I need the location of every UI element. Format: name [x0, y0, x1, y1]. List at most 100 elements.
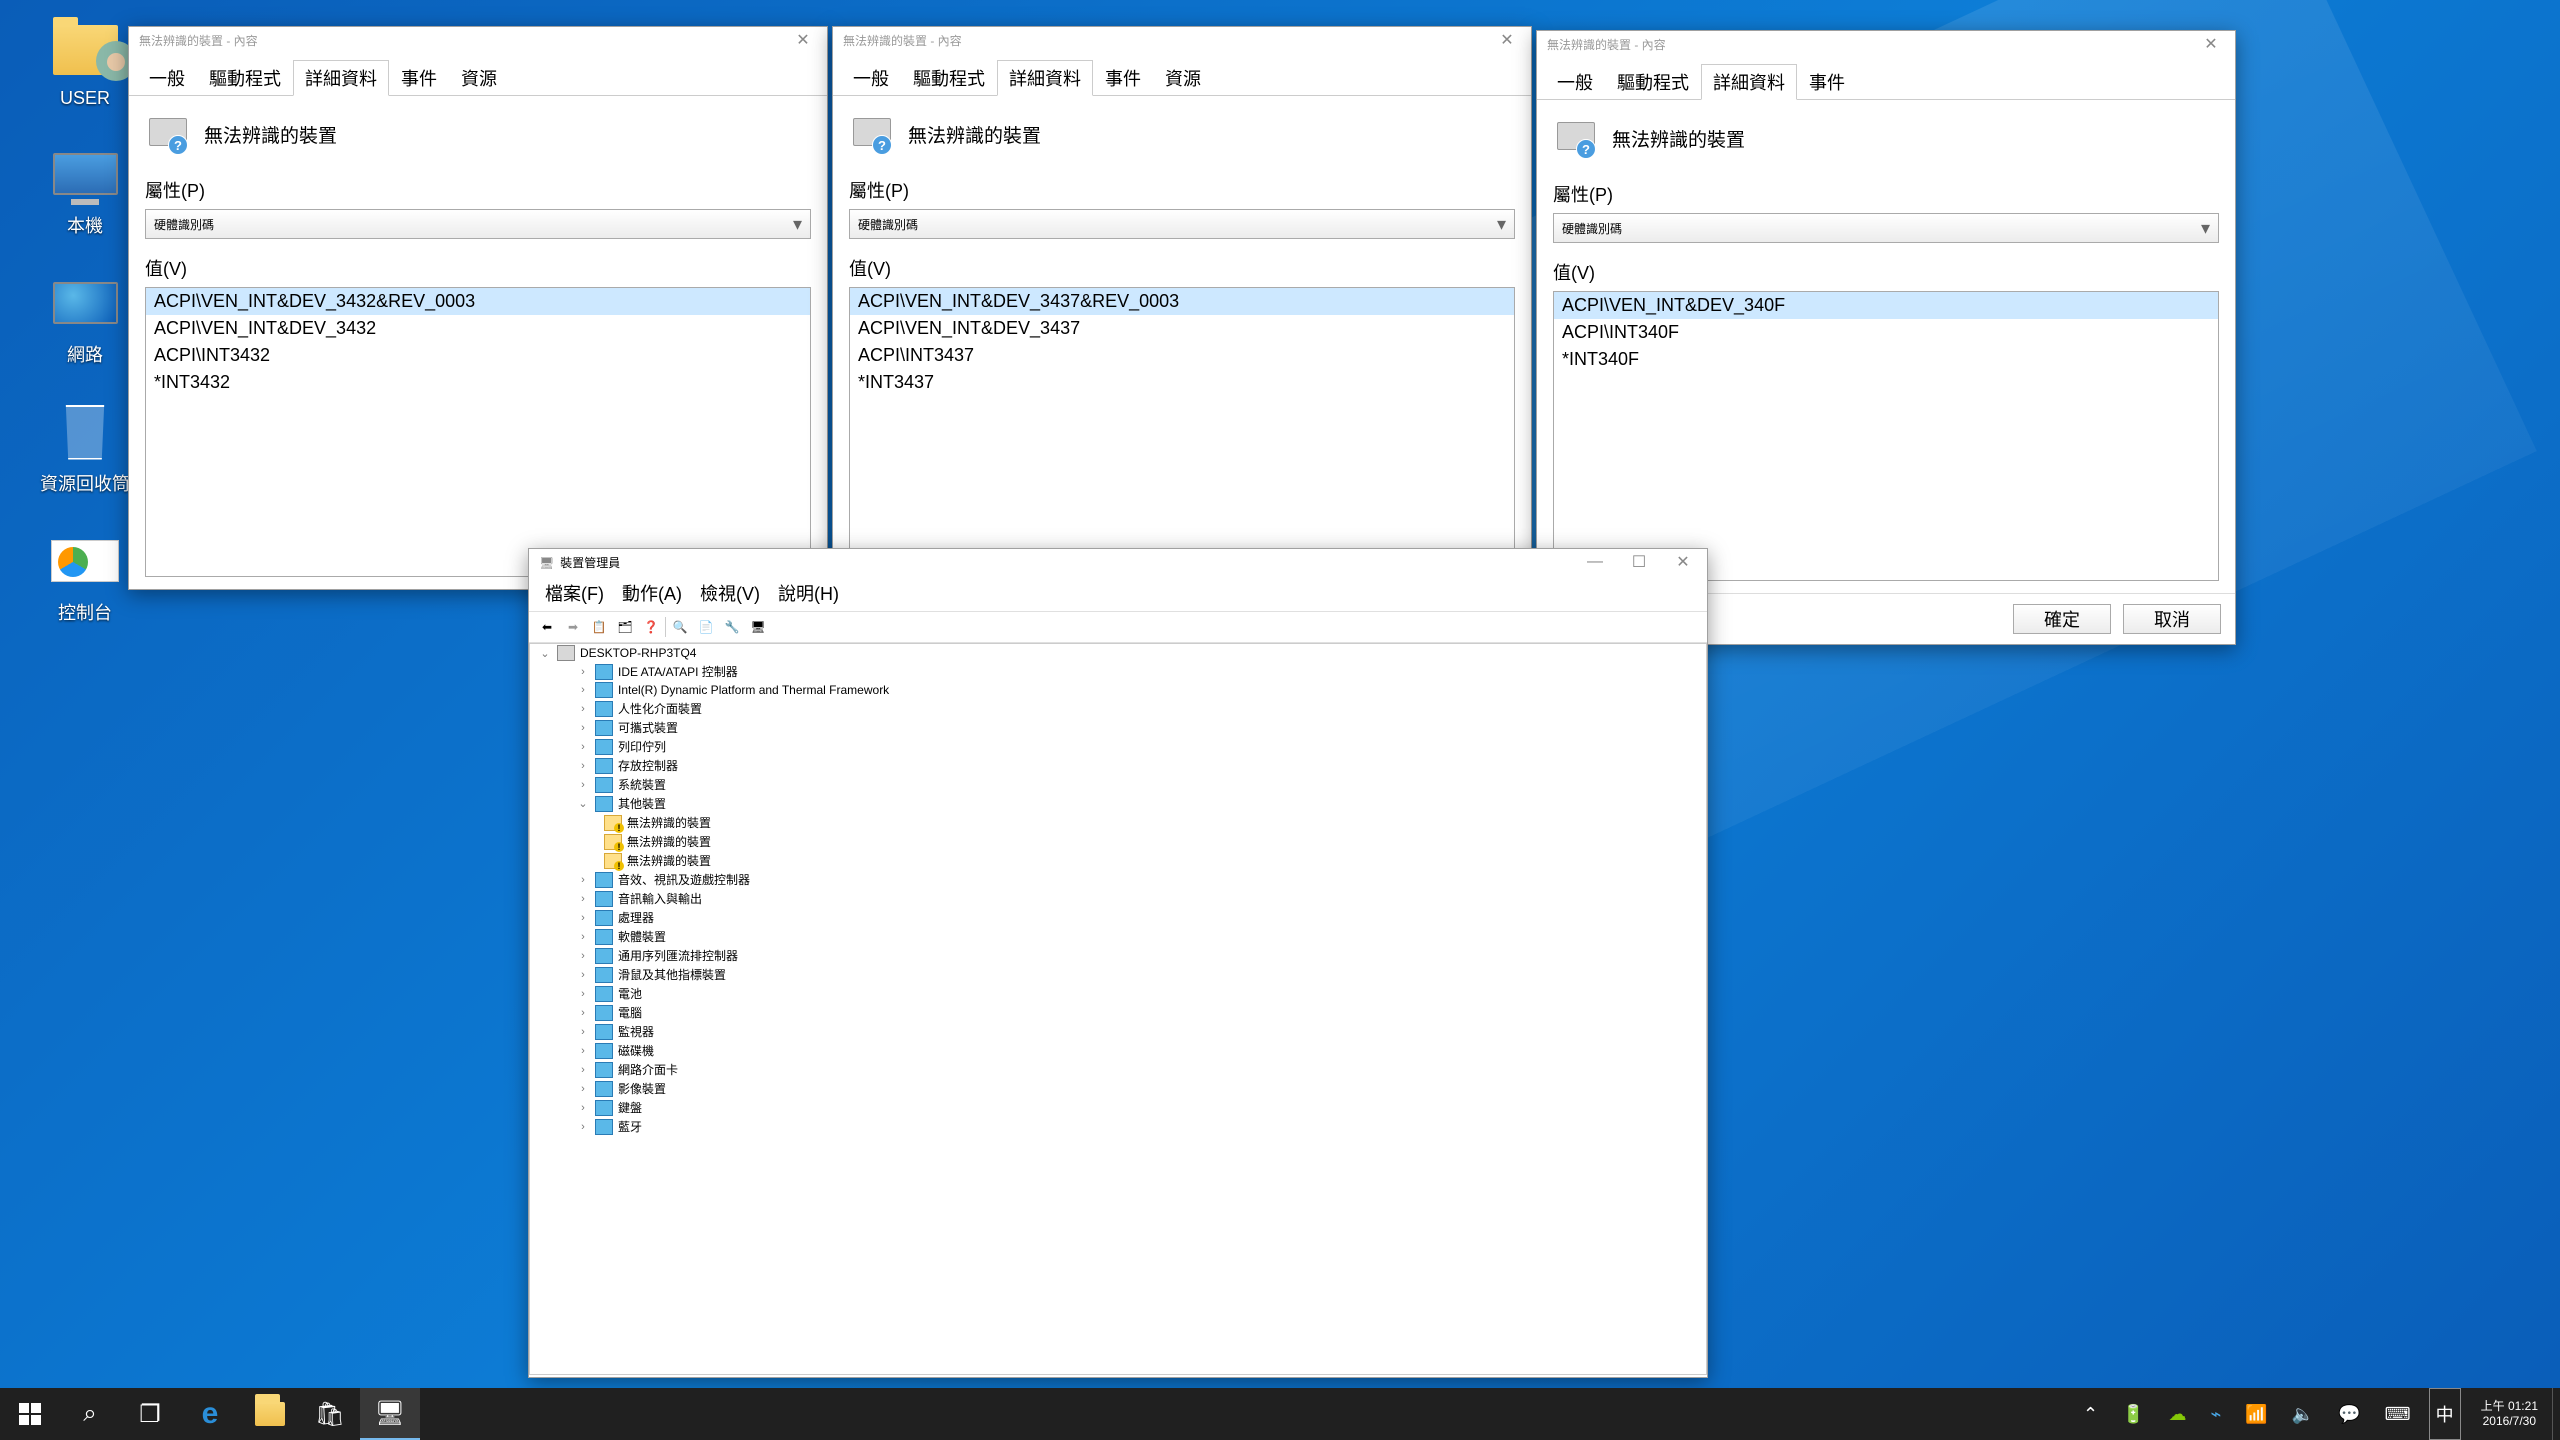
cancel-button[interactable]: 取消	[2123, 604, 2221, 634]
tab-2[interactable]: 詳細資料	[997, 60, 1093, 96]
tree-node[interactable]: ›系統裝置	[530, 775, 1706, 794]
device-tree[interactable]: ⌄DESKTOP-RHP3TQ4›IDE ATA/ATAPI 控制器›Intel…	[529, 643, 1707, 1375]
wifi-icon[interactable]: 📶	[2233, 1388, 2279, 1440]
value-listbox[interactable]: ACPI\VEN_INT&DEV_340FACPI\INT340F*INT340…	[1553, 291, 2219, 581]
ok-button[interactable]: 確定	[2013, 604, 2111, 634]
tab-2[interactable]: 詳細資料	[293, 60, 389, 96]
tree-node[interactable]: ›電腦	[530, 1003, 1706, 1022]
tree-node[interactable]: ›處理器	[530, 908, 1706, 927]
show-desktop-button[interactable]	[2552, 1388, 2560, 1440]
list-item[interactable]: ACPI\VEN_INT&DEV_3432	[146, 315, 810, 342]
tab-3[interactable]: 事件	[389, 60, 449, 96]
close-icon[interactable]: ✕	[1661, 549, 1705, 575]
edge-icon[interactable]: e	[180, 1388, 240, 1440]
volume-icon[interactable]: 🔈	[2280, 1388, 2326, 1440]
tab-1[interactable]: 驅動程式	[901, 60, 997, 96]
property-dropdown[interactable]: 硬體識別碼	[145, 209, 811, 239]
property-dropdown[interactable]: 硬體識別碼	[849, 209, 1515, 239]
back-icon[interactable]: ⬅	[535, 615, 559, 639]
tree-node[interactable]: ›鍵盤	[530, 1098, 1706, 1117]
devmgr-taskbar-icon[interactable]: 🖥	[360, 1388, 420, 1440]
tree-node[interactable]: ›藍牙	[530, 1117, 1706, 1136]
tab-0[interactable]: 一般	[1545, 64, 1605, 100]
tree-node[interactable]: ›音訊輸入與輸出	[530, 889, 1706, 908]
tab-0[interactable]: 一般	[137, 60, 197, 96]
tree-node[interactable]: ›監視器	[530, 1022, 1706, 1041]
tree-node[interactable]: ›Intel(R) Dynamic Platform and Thermal F…	[530, 681, 1706, 699]
help-icon[interactable]: ❓	[639, 615, 663, 639]
toolbar-btn[interactable]: 🗂	[613, 615, 637, 639]
forward-icon[interactable]: ➡	[561, 615, 585, 639]
toolbar-btn[interactable]: 📋	[587, 615, 611, 639]
tab-4[interactable]: 資源	[449, 60, 509, 96]
tree-node[interactable]: ›音效、視訊及遊戲控制器	[530, 870, 1706, 889]
property-dropdown[interactable]: 硬體識別碼	[1553, 213, 2219, 243]
menu-item[interactable]: 說明(H)	[770, 577, 847, 609]
maximize-icon[interactable]: ☐	[1617, 549, 1661, 575]
titlebar[interactable]: 無法辨識的裝置 - 內容 ✕	[129, 27, 827, 53]
titlebar[interactable]: 無法辨識的裝置 - 內容 ✕	[833, 27, 1531, 53]
tree-node[interactable]: ›人性化介面裝置	[530, 699, 1706, 718]
toolbar-btn[interactable]: 🔍	[668, 615, 692, 639]
list-item[interactable]: ACPI\VEN_INT&DEV_3437&REV_0003	[850, 288, 1514, 315]
tree-node[interactable]: ›網路介面卡	[530, 1060, 1706, 1079]
tab-3[interactable]: 事件	[1093, 60, 1153, 96]
titlebar[interactable]: 🖥裝置管理員 — ☐ ✕	[529, 549, 1707, 575]
menu-item[interactable]: 檔案(F)	[537, 577, 612, 609]
tab-0[interactable]: 一般	[841, 60, 901, 96]
list-item[interactable]: ACPI\INT3437	[850, 342, 1514, 369]
close-icon[interactable]: ✕	[1485, 27, 1529, 53]
tree-node[interactable]: ›存放控制器	[530, 756, 1706, 775]
tree-node[interactable]: ›IDE ATA/ATAPI 控制器	[530, 662, 1706, 681]
tree-node[interactable]: ›磁碟機	[530, 1041, 1706, 1060]
tab-3[interactable]: 事件	[1797, 64, 1857, 100]
list-item[interactable]: *INT340F	[1554, 346, 2218, 373]
tab-2[interactable]: 詳細資料	[1701, 64, 1797, 100]
store-icon[interactable]: 🛍	[300, 1388, 360, 1440]
list-item[interactable]: ACPI\VEN_INT&DEV_340F	[1554, 292, 2218, 319]
tree-node[interactable]: ›通用序列匯流排控制器	[530, 946, 1706, 965]
tree-node[interactable]: 無法辨識的裝置	[530, 851, 1706, 870]
list-item[interactable]: *INT3437	[850, 369, 1514, 396]
list-item[interactable]: *INT3432	[146, 369, 810, 396]
clock[interactable]: 上午 01:21 2016/7/30	[2467, 1399, 2552, 1429]
toolbar-btn[interactable]: 📄	[694, 615, 718, 639]
tree-root[interactable]: ⌄DESKTOP-RHP3TQ4	[530, 644, 1706, 662]
list-item[interactable]: ACPI\INT340F	[1554, 319, 2218, 346]
tree-node[interactable]: ›電池	[530, 984, 1706, 1003]
keyboard-icon[interactable]: ⌨	[2373, 1388, 2423, 1440]
tray-expand-icon[interactable]: ⌃	[2071, 1388, 2110, 1440]
tab-4[interactable]: 資源	[1153, 60, 1213, 96]
toolbar-btn[interactable]: 🖥	[746, 615, 770, 639]
tree-node[interactable]: 無法辨識的裝置	[530, 832, 1706, 851]
toolbar-btn[interactable]: 🔧	[720, 615, 744, 639]
menu-item[interactable]: 動作(A)	[614, 577, 690, 609]
titlebar[interactable]: 無法辨識的裝置 - 內容 ✕	[1537, 31, 2235, 57]
minimize-icon[interactable]: —	[1573, 549, 1617, 575]
start-button[interactable]	[0, 1388, 60, 1440]
tree-node[interactable]: ⌄其他裝置	[530, 794, 1706, 813]
action-center-icon[interactable]: 💬	[2326, 1388, 2372, 1440]
tree-node[interactable]: ›影像裝置	[530, 1079, 1706, 1098]
close-icon[interactable]: ✕	[781, 27, 825, 53]
ime-indicator[interactable]: 中	[2429, 1388, 2461, 1440]
onedrive-icon[interactable]: ☁	[2157, 1388, 2199, 1440]
menu-item[interactable]: 檢視(V)	[692, 577, 768, 609]
tree-node[interactable]: ›軟體裝置	[530, 927, 1706, 946]
search-icon[interactable]: ⌕	[60, 1388, 120, 1440]
list-item[interactable]: ACPI\VEN_INT&DEV_3437	[850, 315, 1514, 342]
task-view-icon[interactable]: ❐	[120, 1388, 180, 1440]
close-icon[interactable]: ✕	[2189, 31, 2233, 57]
tab-1[interactable]: 驅動程式	[1605, 64, 1701, 100]
tree-node[interactable]: 無法辨識的裝置	[530, 813, 1706, 832]
file-explorer-icon[interactable]	[240, 1388, 300, 1440]
tab-1[interactable]: 驅動程式	[197, 60, 293, 96]
list-item[interactable]: ACPI\INT3432	[146, 342, 810, 369]
value-listbox[interactable]: ACPI\VEN_INT&DEV_3432&REV_0003ACPI\VEN_I…	[145, 287, 811, 577]
battery-icon[interactable]: 🔋	[2110, 1388, 2156, 1440]
tree-node[interactable]: ›列印佇列	[530, 737, 1706, 756]
list-item[interactable]: ACPI\VEN_INT&DEV_3432&REV_0003	[146, 288, 810, 315]
tree-node[interactable]: ›可攜式裝置	[530, 718, 1706, 737]
tree-node[interactable]: ›滑鼠及其他指標裝置	[530, 965, 1706, 984]
value-listbox[interactable]: ACPI\VEN_INT&DEV_3437&REV_0003ACPI\VEN_I…	[849, 287, 1515, 577]
